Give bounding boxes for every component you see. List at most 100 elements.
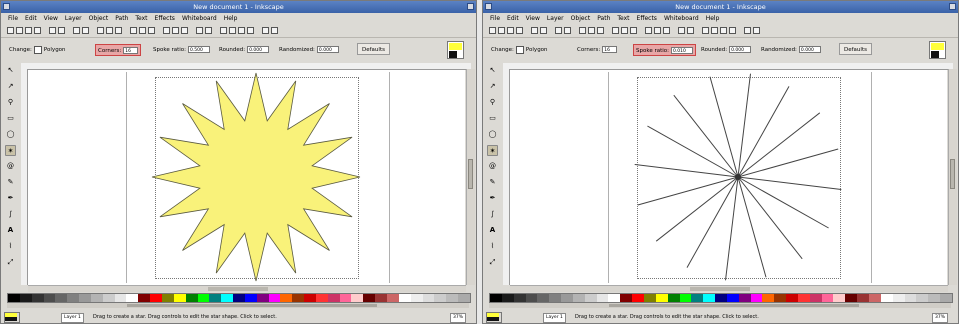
ellipse-tool-icon[interactable]: ◯: [487, 129, 498, 140]
pencil-tool-icon[interactable]: ✎: [5, 177, 16, 188]
selector-tool-icon[interactable]: ↖: [5, 65, 16, 76]
layer-selector[interactable]: Layer 1: [61, 313, 84, 323]
ungroup-icon[interactable]: [687, 27, 694, 34]
zoom-field[interactable]: 37%: [931, 313, 948, 323]
palette-swatch[interactable]: [762, 294, 775, 302]
document-properties-icon[interactable]: [271, 27, 278, 34]
palette-swatch[interactable]: [351, 294, 364, 302]
palette-swatch[interactable]: [786, 294, 798, 302]
palette-swatch[interactable]: [150, 294, 162, 302]
xml-editor-icon[interactable]: [238, 27, 245, 34]
palette-swatch[interactable]: [197, 294, 210, 302]
palette-swatch[interactable]: [161, 294, 174, 302]
menu-text[interactable]: Text: [617, 15, 629, 22]
save-icon[interactable]: [507, 27, 514, 34]
zoom-selection-icon[interactable]: [130, 27, 137, 34]
menu-layer[interactable]: Layer: [65, 15, 82, 22]
cut-icon[interactable]: [106, 27, 113, 34]
close-icon[interactable]: [949, 3, 956, 10]
randomized-spinbox[interactable]: 0.000: [798, 46, 821, 53]
palette-swatch[interactable]: [833, 294, 846, 302]
canvas[interactable]: [28, 70, 465, 285]
connector-tool-icon[interactable]: ⤢: [487, 257, 498, 268]
palette-swatch[interactable]: [410, 294, 423, 302]
star-center-handle[interactable]: [735, 174, 741, 180]
palette-swatch[interactable]: [561, 294, 573, 302]
zoom-tool-icon[interactable]: ⚲: [487, 97, 498, 108]
duplicate-icon[interactable]: [645, 27, 652, 34]
export-icon[interactable]: [58, 27, 65, 34]
paste-icon[interactable]: [115, 27, 122, 34]
open-icon[interactable]: [16, 27, 23, 34]
palette-swatch[interactable]: [928, 294, 941, 302]
fill-stroke-icon[interactable]: [220, 27, 227, 34]
rounded-spinbox[interactable]: 0.000: [729, 46, 752, 53]
palette-swatch[interactable]: [67, 294, 80, 302]
spoke-ratio-spinbox[interactable]: 0.500: [188, 46, 211, 53]
selector-tool-icon[interactable]: ↖: [487, 65, 498, 76]
pen-tool-icon[interactable]: ✒: [487, 193, 498, 204]
menu-whiteboard[interactable]: Whiteboard: [664, 15, 699, 22]
selected-style-indicator[interactable]: [486, 312, 502, 323]
align-icon[interactable]: [247, 27, 254, 34]
color-palette[interactable]: [7, 293, 471, 303]
menu-effects[interactable]: Effects: [155, 15, 175, 22]
palette-swatch[interactable]: [738, 294, 751, 302]
print-icon[interactable]: [34, 27, 41, 34]
group-icon[interactable]: [196, 27, 203, 34]
paste-icon[interactable]: [597, 27, 604, 34]
palette-swatch[interactable]: [797, 294, 810, 302]
node-tool-icon[interactable]: ↗: [5, 81, 16, 92]
style-swatch[interactable]: [447, 41, 464, 59]
menu-edit[interactable]: Edit: [25, 15, 37, 22]
palette-swatch[interactable]: [584, 294, 597, 302]
palette-swatch[interactable]: [387, 294, 399, 302]
calligraphy-tool-icon[interactable]: ∫: [487, 209, 498, 220]
spoke-ratio-spinbox[interactable]: 0.010: [671, 47, 694, 54]
palette-swatch[interactable]: [79, 294, 91, 302]
zoom-drawing-icon[interactable]: [621, 27, 628, 34]
palette-swatch[interactable]: [31, 294, 44, 302]
duplicate-icon[interactable]: [163, 27, 170, 34]
palette-scrollbar[interactable]: [7, 303, 469, 308]
unlink-clone-icon[interactable]: [663, 27, 670, 34]
palette-swatch[interactable]: [268, 294, 281, 302]
copy-icon[interactable]: [97, 27, 104, 34]
palette-swatch[interactable]: [892, 294, 905, 302]
undo-icon[interactable]: [555, 27, 562, 34]
star-shape[interactable]: [151, 72, 361, 282]
defaults-button[interactable]: Defaults: [839, 43, 872, 55]
cut-icon[interactable]: [588, 27, 595, 34]
palette-swatch[interactable]: [572, 294, 585, 302]
polygon-checkbox[interactable]: [515, 45, 524, 54]
preferences-icon[interactable]: [744, 27, 751, 34]
title-bar[interactable]: New document 1 - Inkscape: [483, 1, 958, 13]
zoom-selection-icon[interactable]: [612, 27, 619, 34]
text-tool-icon[interactable]: A: [5, 225, 16, 236]
menu-edit[interactable]: Edit: [507, 15, 519, 22]
zoom-field[interactable]: 37%: [449, 313, 466, 323]
palette-swatch[interactable]: [537, 294, 550, 302]
menu-view[interactable]: View: [526, 15, 540, 22]
zoom-drawing-icon[interactable]: [139, 27, 146, 34]
palette-swatch[interactable]: [655, 294, 668, 302]
palette-scrollbar[interactable]: [489, 303, 951, 308]
menu-object[interactable]: Object: [89, 15, 109, 22]
palette-swatch[interactable]: [821, 294, 834, 302]
calligraphy-tool-icon[interactable]: ∫: [5, 209, 16, 220]
document-properties-icon[interactable]: [753, 27, 760, 34]
menu-layer[interactable]: Layer: [547, 15, 564, 22]
redo-icon[interactable]: [82, 27, 89, 34]
rect-tool-icon[interactable]: ▭: [5, 113, 16, 124]
clone-icon[interactable]: [654, 27, 661, 34]
print-icon[interactable]: [516, 27, 523, 34]
palette-swatch[interactable]: [398, 294, 411, 302]
star-tool-icon[interactable]: ✶: [487, 145, 498, 156]
zoom-page-icon[interactable]: [148, 27, 155, 34]
palette-swatch[interactable]: [173, 294, 186, 302]
menu-file[interactable]: File: [490, 15, 500, 22]
spiral-tool-icon[interactable]: @: [5, 161, 16, 172]
palette-swatch[interactable]: [726, 294, 739, 302]
undo-icon[interactable]: [73, 27, 80, 34]
align-icon[interactable]: [729, 27, 736, 34]
